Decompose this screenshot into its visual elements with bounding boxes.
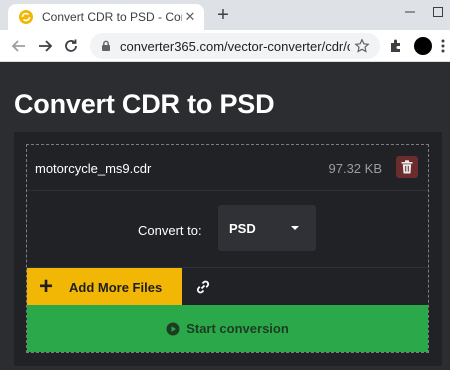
browser-tabstrip: Convert CDR to PSD - Converter3 ✕ + [0, 0, 450, 30]
browser-tab[interactable]: Convert CDR to PSD - Converter3 ✕ [8, 4, 204, 30]
actions-row: + Add More Files [27, 267, 428, 306]
back-icon[interactable] [8, 35, 30, 57]
add-more-files-button[interactable]: + Add More Files [27, 268, 182, 306]
minimize-icon[interactable] [400, 0, 420, 24]
convert-to-label: Convert to: [138, 223, 202, 238]
file-name: motorcycle_ms9.cdr [35, 161, 152, 176]
chevron-down-icon [291, 226, 299, 230]
bookmark-star-icon[interactable] [354, 38, 370, 54]
start-conversion-button[interactable]: Start conversion [27, 305, 428, 352]
extensions-puzzle-icon[interactable] [387, 37, 405, 55]
url-text: converter365.com/vector-converter/cdr/cd… [120, 38, 350, 54]
page-content: Convert CDR to PSD motorcycle_ms9.cdr 97… [0, 63, 450, 370]
convert-row: Convert to: PSD [27, 191, 428, 267]
maximize-icon[interactable] [428, 0, 448, 24]
menu-dots-icon[interactable] [436, 37, 450, 55]
add-more-files-label: Add More Files [69, 279, 163, 295]
output-format-select[interactable]: PSD [218, 205, 316, 251]
profile-avatar[interactable] [414, 37, 432, 55]
file-dropzone[interactable]: motorcycle_ms9.cdr 97.32 KB Convert to: … [26, 144, 429, 353]
reload-icon[interactable] [60, 35, 82, 57]
lock-icon[interactable] [100, 40, 112, 52]
file-size: 97.32 KB [328, 161, 383, 176]
browser-toolbar: converter365.com/vector-converter/cdr/cd… [0, 30, 450, 62]
converter365-favicon-icon [18, 9, 34, 25]
delete-file-button[interactable] [396, 156, 418, 178]
forward-icon[interactable] [34, 35, 56, 57]
output-format-value: PSD [229, 221, 256, 236]
file-row: motorcycle_ms9.cdr 97.32 KB [27, 145, 428, 191]
plus-icon: + [39, 273, 54, 300]
tab-title: Convert CDR to PSD - Converter3 [42, 10, 182, 24]
play-circle-icon [166, 322, 180, 336]
trash-icon [401, 160, 413, 174]
close-icon[interactable]: ✕ [182, 9, 198, 25]
page-title: Convert CDR to PSD [14, 89, 275, 119]
address-bar[interactable]: converter365.com/vector-converter/cdr/cd… [90, 33, 380, 59]
converter-panel: motorcycle_ms9.cdr 97.32 KB Convert to: … [14, 132, 442, 366]
link-icon[interactable] [195, 279, 211, 295]
new-tab-button[interactable]: + [212, 4, 234, 26]
start-conversion-label: Start conversion [186, 321, 289, 336]
